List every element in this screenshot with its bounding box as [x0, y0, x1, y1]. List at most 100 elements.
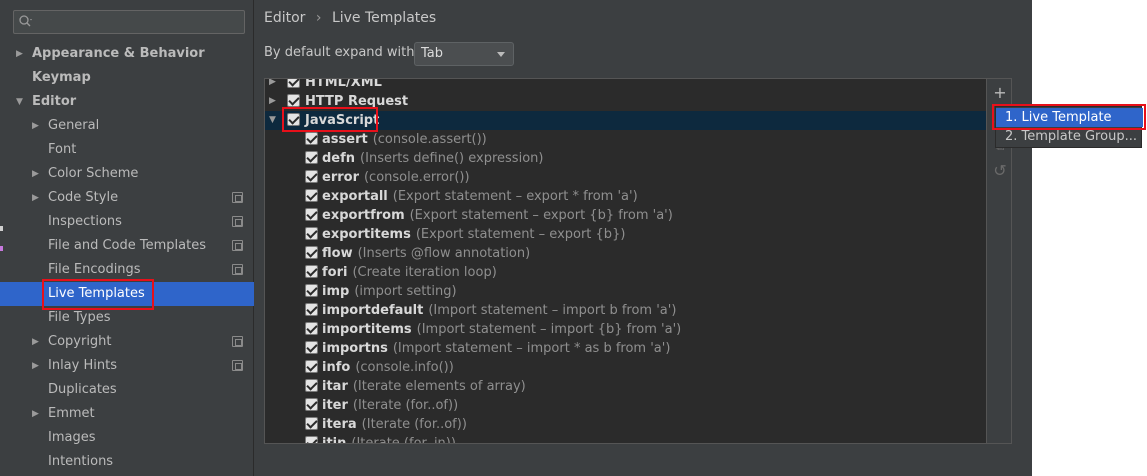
template-abbreviation: itar (Iterate elements of array): [322, 377, 526, 396]
template-abbreviation: assert (console.assert()): [322, 130, 487, 149]
template-description: (Iterate (for..in)): [351, 436, 456, 444]
template-row[interactable]: importitems (Import statement – import {b…: [265, 320, 995, 339]
menu-item-live-template[interactable]: 1. Live Template: [996, 108, 1143, 127]
group-checkbox[interactable]: [287, 113, 300, 126]
template-abbr-text: importns: [322, 341, 388, 356]
chevron-down-icon: [497, 52, 505, 57]
template-checkbox[interactable]: [305, 227, 318, 240]
template-checkbox[interactable]: [305, 132, 318, 145]
template-row[interactable]: itar (Iterate elements of array): [265, 377, 995, 396]
chevron-right-icon[interactable]: ▶: [32, 354, 44, 378]
expand-with-select[interactable]: Tab: [414, 42, 514, 66]
template-abbr-text: importdefault: [322, 303, 424, 318]
chevron-right-icon[interactable]: ▶: [32, 162, 44, 186]
sidebar-item-copyright[interactable]: ▶ Copyright: [0, 330, 254, 354]
sidebar-item-live-templates[interactable]: Live Templates: [0, 282, 254, 306]
group-checkbox[interactable]: [287, 79, 300, 88]
template-row[interactable]: error (console.error()): [265, 168, 995, 187]
template-checkbox[interactable]: [305, 379, 318, 392]
template-checkbox[interactable]: [305, 303, 318, 316]
template-row[interactable]: fori (Create iteration loop): [265, 263, 995, 282]
template-row[interactable]: importdefault (Import statement – import …: [265, 301, 995, 320]
sidebar-item-inspections[interactable]: Inspections: [0, 210, 254, 234]
chevron-right-icon[interactable]: ▶: [16, 42, 28, 66]
sidebar-item-label: Duplicates: [48, 382, 117, 397]
sidebar-item-font[interactable]: Font: [0, 138, 254, 162]
template-row[interactable]: info (console.info()): [265, 358, 995, 377]
group-checkbox[interactable]: [287, 94, 300, 107]
sidebar-item-images[interactable]: Images: [0, 426, 254, 450]
sidebar-item-emmet[interactable]: ▶ Emmet: [0, 402, 254, 426]
template-row[interactable]: imp (import setting): [265, 282, 995, 301]
group-name: HTML/XML: [305, 78, 382, 90]
search-input[interactable]: [36, 12, 236, 32]
add-icon[interactable]: +: [993, 85, 1007, 101]
chevron-right-icon[interactable]: ▶: [32, 402, 44, 426]
chevron-right-icon[interactable]: ▶: [269, 92, 279, 111]
template-checkbox[interactable]: [305, 208, 318, 221]
template-checkbox[interactable]: [305, 170, 318, 183]
sidebar-item-label: Keymap: [32, 70, 91, 85]
edge-marks: [0, 226, 3, 256]
chevron-down-icon[interactable]: ▼: [269, 111, 279, 130]
breadcrumb-editor[interactable]: Editor: [264, 10, 305, 26]
chevron-down-icon[interactable]: ▼: [16, 90, 28, 114]
template-group-row[interactable]: ▶ HTTP Request: [265, 92, 995, 111]
template-abbr-text: defn: [322, 151, 356, 166]
sidebar-item-code-style[interactable]: ▶ Code Style: [0, 186, 254, 210]
sidebar-item-color-scheme[interactable]: ▶ Color Scheme: [0, 162, 254, 186]
template-row[interactable]: exportall (Export statement – export * fr…: [265, 187, 995, 206]
template-description: (Export statement – export {b}): [415, 227, 626, 242]
template-checkbox[interactable]: [305, 436, 318, 443]
template-checkbox[interactable]: [305, 360, 318, 373]
template-checkbox[interactable]: [305, 246, 318, 259]
sidebar-item-keymap[interactable]: Keymap: [0, 66, 254, 90]
template-row[interactable]: itin (Iterate (for..in)): [265, 434, 995, 444]
template-checkbox[interactable]: [305, 341, 318, 354]
template-abbr-text: assert: [322, 132, 368, 147]
template-checkbox[interactable]: [305, 189, 318, 202]
sidebar-item-label: Images: [48, 430, 96, 445]
sidebar-item-label: Font: [48, 142, 77, 157]
template-abbreviation: importdefault (Import statement – import …: [322, 301, 676, 320]
template-checkbox[interactable]: [305, 284, 318, 297]
template-row[interactable]: itera (Iterate (for..of)): [265, 415, 995, 434]
restore-icon[interactable]: ↺: [993, 163, 1007, 179]
chevron-right-icon[interactable]: ▶: [269, 79, 279, 92]
template-checkbox[interactable]: [305, 398, 318, 411]
templates-tree[interactable]: ▶ HTML/XML ▶ HTTP Request ▼ JavaScript assert (…: [264, 78, 996, 444]
template-group-row[interactable]: ▼ JavaScript: [265, 111, 995, 130]
sidebar-item-inlay-hints[interactable]: ▶ Inlay Hints: [0, 354, 254, 378]
template-checkbox[interactable]: [305, 151, 318, 164]
settings-search-field[interactable]: [13, 10, 245, 34]
template-description: (Inserts @flow annotation): [357, 246, 531, 261]
template-row[interactable]: iter (Iterate (for..of)): [265, 396, 995, 415]
sidebar-item-file-and-code-templates[interactable]: File and Code Templates: [0, 234, 254, 258]
sidebar-item-appearance-behavior[interactable]: ▶ Appearance & Behavior: [0, 42, 254, 66]
template-row[interactable]: importns (Import statement – import * as …: [265, 339, 995, 358]
chevron-right-icon[interactable]: ▶: [32, 186, 44, 210]
sidebar-item-intentions[interactable]: Intentions: [0, 450, 254, 474]
template-row[interactable]: assert (console.assert()): [265, 130, 995, 149]
template-row[interactable]: flow (Inserts @flow annotation): [265, 244, 995, 263]
chevron-right-icon[interactable]: ▶: [32, 330, 44, 354]
sidebar-item-duplicates[interactable]: Duplicates: [0, 378, 254, 402]
chevron-right-icon[interactable]: ▶: [32, 114, 44, 138]
group-name: HTTP Request: [305, 94, 409, 109]
template-checkbox[interactable]: [305, 417, 318, 430]
template-abbreviation: iter (Iterate (for..of)): [322, 396, 458, 415]
sidebar-item-file-types[interactable]: File Types: [0, 306, 254, 330]
template-row[interactable]: exportfrom (Export statement – export {b}…: [265, 206, 995, 225]
template-group-row[interactable]: ▶ HTML/XML: [265, 78, 995, 92]
sidebar-item-editor[interactable]: ▼ Editor: [0, 90, 254, 114]
template-row[interactable]: defn (Inserts define() expression): [265, 149, 995, 168]
template-description: (Inserts define() expression): [360, 151, 544, 166]
group-name: JavaScript: [305, 113, 380, 128]
sidebar-item-label: Emmet: [48, 406, 95, 421]
sidebar-item-general[interactable]: ▶ General: [0, 114, 254, 138]
menu-item-template-group[interactable]: 2. Template Group...: [996, 127, 1143, 146]
template-checkbox[interactable]: [305, 265, 318, 278]
template-row[interactable]: exportitems (Export statement – export {b…: [265, 225, 995, 244]
sidebar-item-file-encodings[interactable]: File Encodings: [0, 258, 254, 282]
template-checkbox[interactable]: [305, 322, 318, 335]
